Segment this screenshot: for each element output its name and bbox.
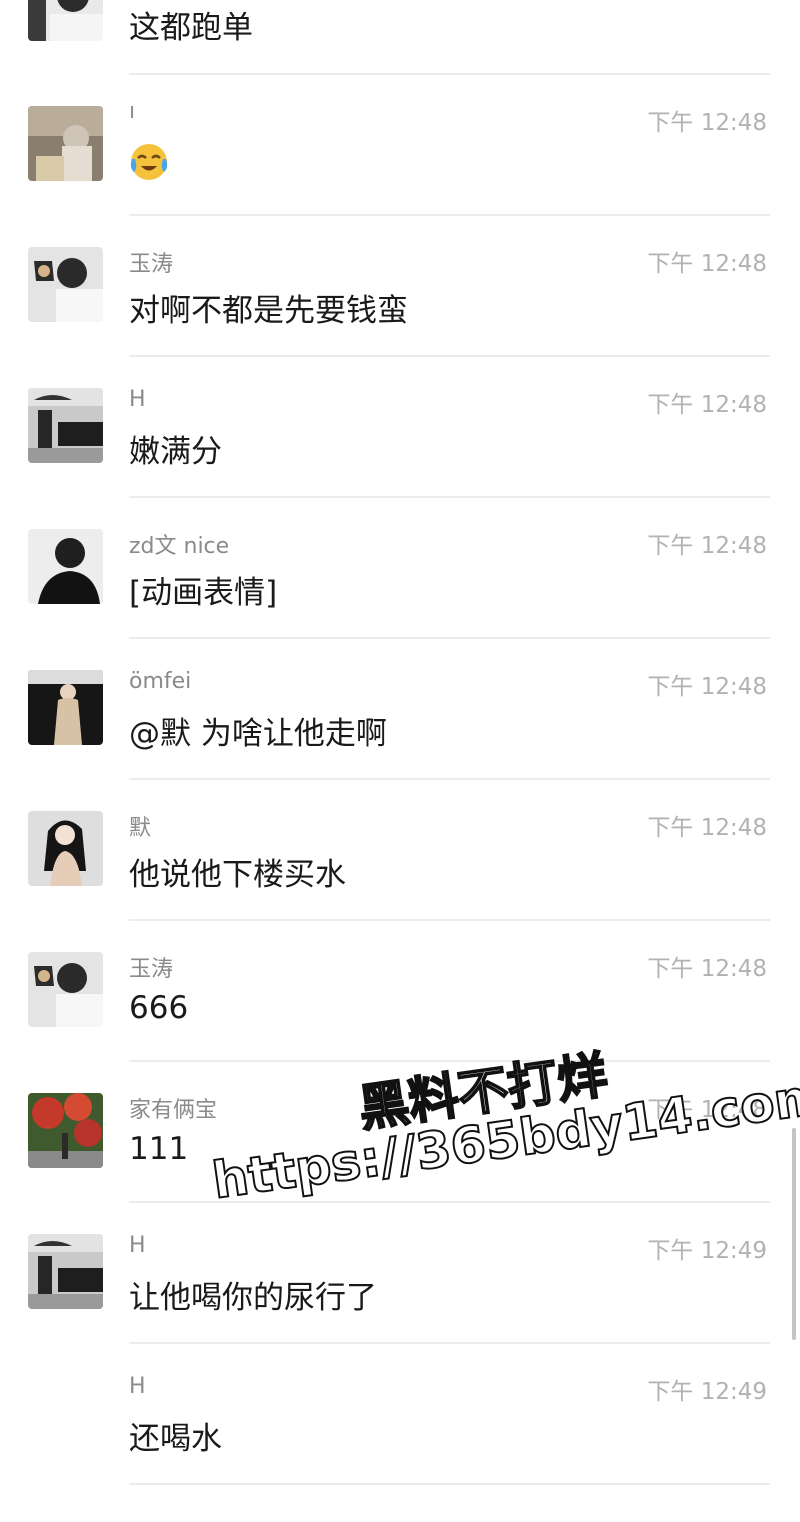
sender-name: 玉涛 [129,957,174,982]
avatar[interactable] [28,388,103,463]
sender-name: 玉涛 [129,252,174,277]
message-item[interactable]: 家有俩宝 下午 12:48 111 [0,1082,800,1223]
message-item[interactable]: H 下午 12:49 让他喝你的尿行了 [0,1223,800,1364]
sender-name: H [129,387,146,412]
message-time: 下午 12:48 [647,815,767,841]
divider [129,1342,770,1344]
message-item-partial-bottom[interactable] [0,1505,800,1522]
message-item[interactable]: ı 下午 12:48 [0,95,800,236]
message-text: 这都跑单 [129,10,253,46]
message-text: 111 [129,1131,189,1167]
message-item[interactable]: 玉涛 下午 12:48 对啊不都是先要钱蛮 [0,236,800,377]
sender-name: 默 [129,816,152,841]
message-item[interactable]: ömfei 下午 12:48 @默 为啥让他走啊 [0,659,800,800]
sender-name: zd文 nice [129,534,230,559]
message-item[interactable]: H 下午 12:49 还喝水 [0,1364,800,1505]
divider [129,637,770,639]
face-with-tears-emoji [129,142,169,182]
message-item[interactable]: zd文 nice 下午 12:48 [动画表情] [0,518,800,659]
message-text: 让他喝你的尿行了 [129,1280,377,1316]
message-text: 还喝水 [129,1421,222,1457]
sender-name: ı [129,99,136,124]
avatar[interactable] [28,247,103,322]
message-time: 下午 12:48 [647,1097,767,1123]
scrollbar[interactable] [792,1128,796,1340]
message-item[interactable]: 默 下午 12:48 他说他下楼买水 [0,800,800,941]
message-item[interactable]: 玉涛 下午 12:48 666 [0,941,800,1082]
message-item[interactable]: H 下午 12:48 嫩满分 [0,377,800,518]
message-text: @默 为啥让他走啊 [129,716,387,752]
message-time: 下午 12:48 [647,392,767,418]
avatar[interactable] [28,1516,103,1522]
message-time: 下午 12:49 [647,1379,767,1405]
message-text: 666 [129,990,189,1026]
sender-name: ömfei [129,669,192,694]
message-text: [动画表情] [129,575,278,611]
avatar[interactable] [28,811,103,886]
avatar[interactable] [28,106,103,181]
sender-name: 家有俩宝 [129,1098,218,1123]
avatar[interactable] [28,0,103,41]
message-time: 下午 12:48 [647,251,767,277]
divider [129,919,770,921]
message-text: 对啊不都是先要钱蛮 [129,293,408,329]
message-time: 下午 12:49 [647,1238,767,1264]
divider [129,1483,770,1485]
divider [129,73,770,75]
divider [129,1060,770,1062]
divider [129,1201,770,1203]
divider [129,778,770,780]
avatar[interactable] [28,529,103,604]
avatar[interactable] [28,952,103,1027]
divider [129,214,770,216]
avatar[interactable] [28,670,103,745]
message-time: 下午 12:48 [647,110,767,136]
avatar[interactable] [28,1234,103,1309]
message-item-partial-top[interactable]: 这都跑单 [0,0,800,95]
divider [129,496,770,498]
sender-name: H [129,1374,146,1399]
message-time: 下午 12:48 [647,674,767,700]
message-time: 下午 12:48 [647,956,767,982]
avatar[interactable] [28,1093,103,1168]
message-text: 嫩满分 [129,434,222,470]
message-text: 他说他下楼买水 [129,857,346,893]
sender-name: H [129,1233,146,1258]
message-time: 下午 12:48 [647,533,767,559]
divider [129,355,770,357]
